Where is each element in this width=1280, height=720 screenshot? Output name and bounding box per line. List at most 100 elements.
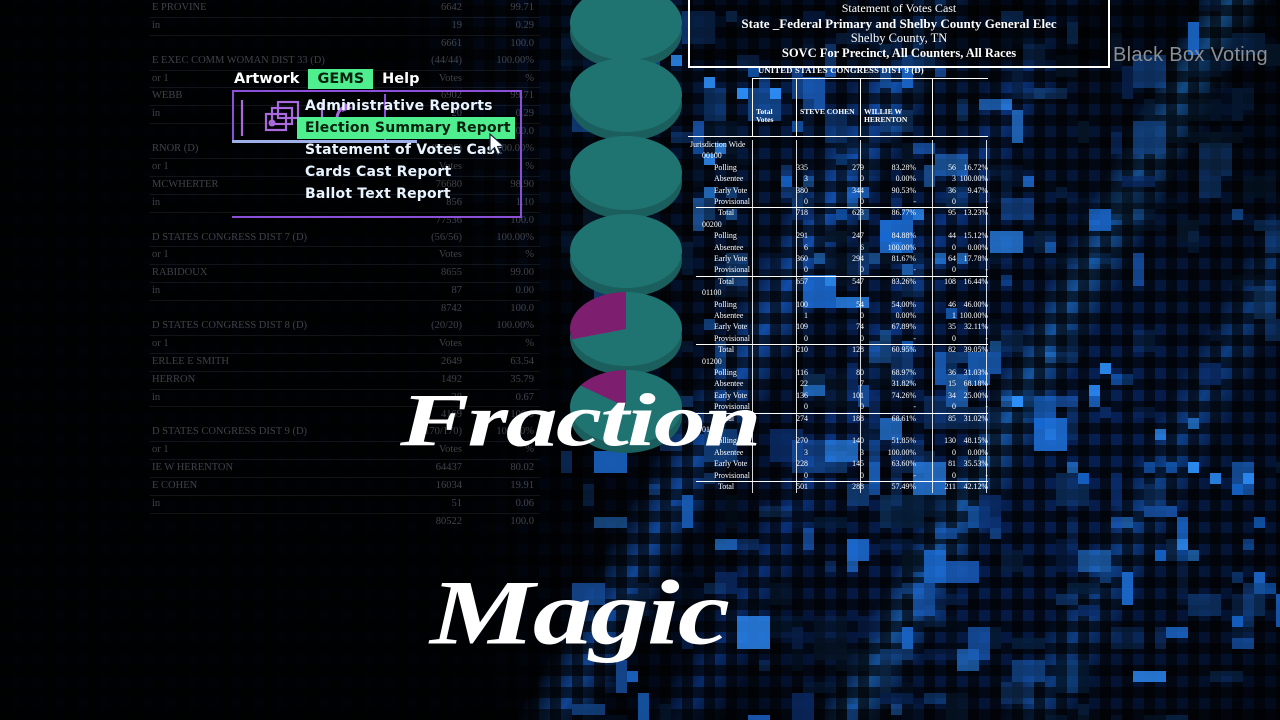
row-votes: (44/44) — [431, 54, 462, 66]
background-block — [880, 693, 913, 704]
sovc-title-line1: Statement of Votes Cast — [841, 1, 957, 15]
sovc-total-votes: 360 — [796, 254, 808, 263]
sovc-total-votes: 0 — [804, 197, 808, 206]
sovc-data-row: Total 501 288 57.49% 211 42.12% — [688, 482, 988, 493]
sovc-herenton-pct: 25.00% — [963, 390, 988, 400]
background-block — [1166, 627, 1188, 638]
background-block — [638, 693, 649, 720]
sovc-total-votes: 291 — [796, 231, 808, 241]
pie-disc — [570, 58, 682, 132]
menubar[interactable]: Artwork GEMS Help — [225, 68, 428, 90]
background-block — [1243, 176, 1276, 198]
background-block — [1067, 583, 1100, 594]
sovc-total-votes: 116 — [796, 368, 808, 377]
row-name: WEBB — [152, 90, 183, 102]
sovc-column-header: STEVE COHEN — [800, 107, 855, 116]
sovc-data-row: Absentee 3 0 0.00% 3 100.00% — [688, 174, 988, 185]
sovc-cohen-votes: 80 — [818, 368, 864, 377]
sovc-cohen-votes: 344 — [852, 185, 864, 195]
row-votes: Votes — [438, 337, 462, 349]
sovc-herenton-pct: 15.12% — [963, 231, 988, 241]
mouse-cursor-icon — [489, 133, 506, 156]
background-block — [1177, 561, 1188, 594]
background-block — [891, 704, 902, 715]
background-block — [880, 660, 891, 693]
sovc-column-divider — [796, 78, 797, 136]
background-block — [880, 495, 891, 528]
row-votes: 2649 — [441, 355, 462, 367]
screenshot-stage: E PROVINE 6642 99.71 in 19 0.29 6661 100.0 E EXE… — [0, 0, 1280, 720]
sovc-counter-label: Total — [718, 208, 735, 218]
row-votes: 19 — [451, 19, 463, 31]
row-name: or 1 — [152, 249, 169, 261]
menu-item-ballot-text-report[interactable]: Ballot Text Report — [297, 183, 515, 205]
row-percent: 99.71 — [510, 2, 534, 13]
menubar-item-gems[interactable]: GEMS — [308, 69, 374, 89]
background-block — [1100, 572, 1111, 583]
sovc-precinct-id: 00100 — [702, 151, 722, 161]
menu-item-cards-cast-report[interactable]: Cards Cast Report — [297, 161, 515, 183]
sovc-counter-label: Provisional — [714, 333, 750, 343]
sovc-body-divider — [932, 140, 933, 494]
sovc-counter-label: Early Vote — [714, 185, 748, 195]
sovc-total-votes: 1 — [804, 311, 808, 320]
menu-item-administrative-reports[interactable]: Administrative Reports — [297, 95, 515, 117]
row-votes: 51 — [451, 497, 463, 509]
background-block — [1155, 627, 1166, 649]
row-votes: 8742 — [441, 303, 462, 315]
background-block — [1078, 550, 1111, 572]
row-name: E EXEC COMM WOMAN DIST 33 (D) — [152, 54, 325, 66]
sovc-race-title: UNITED STATES CONGRESS DIST 9 (D) — [758, 65, 924, 75]
background-block — [1232, 275, 1265, 286]
row-name: D STATES CONGRESS DIST 7 (D) — [152, 231, 308, 243]
sovc-herenton-pct: 13.23% — [963, 208, 988, 218]
menubar-item-artwork[interactable]: Artwork — [225, 69, 308, 89]
sovc-counter-label: Polling — [714, 162, 737, 172]
menu-item-election-summary-report[interactable]: Election Summary Report — [297, 117, 515, 139]
row-name: E COHEN — [152, 480, 198, 492]
sovc-counter-label: Polling — [714, 299, 737, 309]
menu-item-statement-of-votes-cast[interactable]: Statement of Votes Cast — [297, 139, 515, 161]
sovc-total-votes: 6 — [804, 242, 808, 252]
election-summary-row: D STATES CONGRESS DIST 8 (D) (20/20) 100.0… — [150, 318, 540, 336]
background-block — [1133, 407, 1155, 418]
background-block — [605, 682, 616, 693]
sovc-header-rule — [752, 78, 988, 79]
background-streak-block — [1155, 429, 1166, 440]
sovc-herenton-pct: 32.11% — [963, 322, 988, 332]
sovc-cohen-votes: 547 — [852, 276, 864, 286]
sovc-herenton-pct: 0.00% — [967, 447, 988, 457]
menubar-item-help[interactable]: Help — [373, 69, 428, 89]
background-block — [1056, 539, 1078, 572]
row-votes: Votes — [438, 249, 462, 261]
sovc-total-votes: 0 — [804, 333, 808, 343]
background-block — [1144, 484, 1166, 517]
sovc-herenton-pct: - — [942, 471, 988, 480]
background-block — [847, 704, 858, 720]
gems-dropdown-menu[interactable]: Administrative Reports Election Summary R… — [297, 92, 515, 208]
sovc-data-row: Polling 291 247 84.88% 44 15.12% — [688, 231, 988, 242]
background-block — [902, 627, 913, 649]
background-block — [627, 671, 638, 682]
sovc-data-row: Absentee 1 0 0.00% 1 100.00% — [688, 311, 988, 322]
background-block — [803, 682, 836, 693]
row-votes: 6661 — [441, 37, 462, 49]
sovc-cohen-votes: 54 — [818, 300, 864, 309]
row-votes: (56/56) — [431, 231, 462, 243]
background-block — [1012, 638, 1045, 649]
background-streak-block — [1078, 473, 1089, 484]
sovc-cohen-votes: 7 — [860, 379, 864, 389]
row-percent: % — [525, 72, 534, 84]
sovc-cohen-votes: 0 — [860, 174, 864, 184]
row-name: ERLEE E SMITH — [152, 355, 229, 367]
pie-chart-1 — [570, 0, 682, 69]
sovc-cohen-votes: 247 — [852, 231, 864, 241]
background-block — [583, 715, 594, 720]
sovc-herenton-pct: 0.00% — [967, 242, 988, 252]
sovc-report-header: Statement of Votes Cast State _Federal P… — [688, 0, 1110, 68]
background-block — [803, 528, 814, 550]
background-block — [1199, 143, 1232, 176]
background-block — [737, 616, 770, 649]
row-votes: 6642 — [441, 2, 462, 13]
background-block — [1078, 605, 1100, 616]
